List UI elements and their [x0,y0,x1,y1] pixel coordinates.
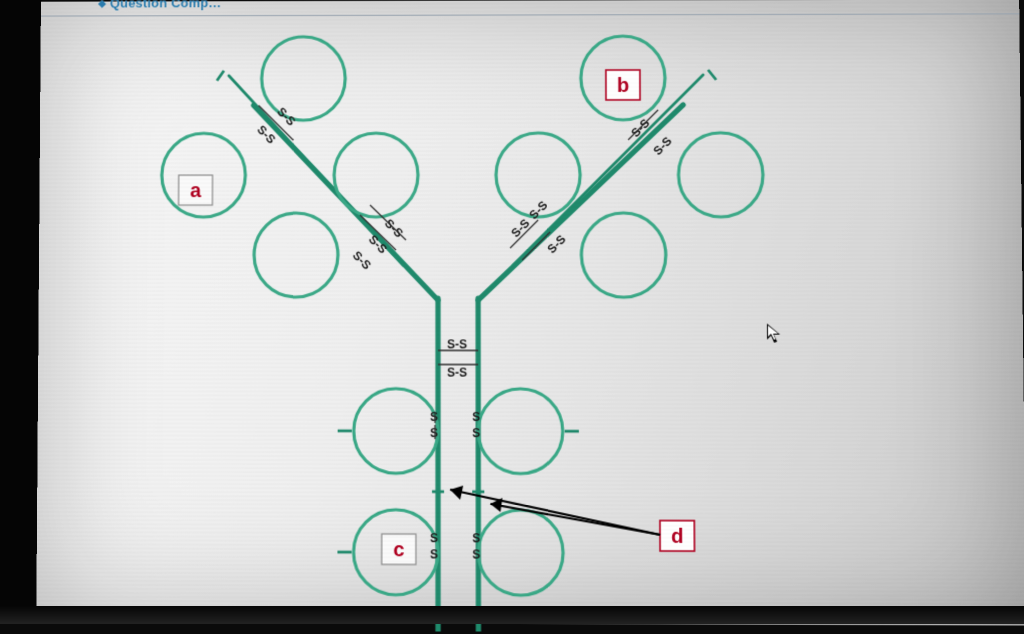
svg-text:S: S [430,410,438,424]
disulfide-bond: S S [430,531,438,561]
heavy-chain-right-arm [478,105,684,300]
svg-text:S: S [472,426,480,440]
svg-text:S: S [430,426,438,440]
screen-surface: ◆ Question Comp… S-S S-S S-S S-S S-S [36,0,1024,626]
domain-loop [478,389,563,474]
svg-text:c: c [393,539,404,561]
domain-loop [581,213,666,297]
svg-text:S: S [472,547,480,561]
svg-text:a: a [190,180,202,202]
svg-text:S-S: S-S [350,248,374,272]
domain-loop [678,133,763,217]
svg-text:S-S: S-S [447,337,467,351]
svg-text:S: S [472,531,480,545]
disulfide-bond: S S [430,410,438,440]
label-a: a [179,175,213,205]
svg-text:S: S [430,531,438,545]
disulfide-bond: S-S S-S S-S [508,198,568,260]
label-c: c [382,534,416,564]
svg-text:S-S: S-S [447,365,467,379]
domain-loop [478,510,563,595]
domain-loop [262,37,346,121]
svg-text:d: d [671,526,683,548]
svg-text:S-S: S-S [508,216,532,240]
domain-loop [334,133,418,217]
label-d: d [450,486,694,552]
svg-text:S-S: S-S [366,232,390,256]
disulfide-bond: S S [472,410,480,440]
label-b: b [606,70,640,100]
svg-text:S: S [430,547,438,561]
bullet-icon: ◆ [98,0,106,10]
svg-text:S-S: S-S [650,134,674,158]
svg-text:S: S [472,410,480,424]
monitor-bezel-left [0,0,42,624]
svg-text:S-S: S-S [526,198,550,222]
header-text: Question Comp… [110,0,222,10]
svg-text:b: b [617,75,629,97]
light-chain-right [513,75,704,265]
hinge-disulfide-bonds: S-S S-S [438,337,478,379]
question-completion-label: ◆ Question Comp… [98,0,221,10]
monitor-bezel-bottom [0,606,1024,624]
antibody-diagram: S-S S-S S-S S-S S-S S-S S-S S-S S-S [136,20,782,633]
domain-loop [254,213,338,297]
domain-loop [354,389,438,474]
